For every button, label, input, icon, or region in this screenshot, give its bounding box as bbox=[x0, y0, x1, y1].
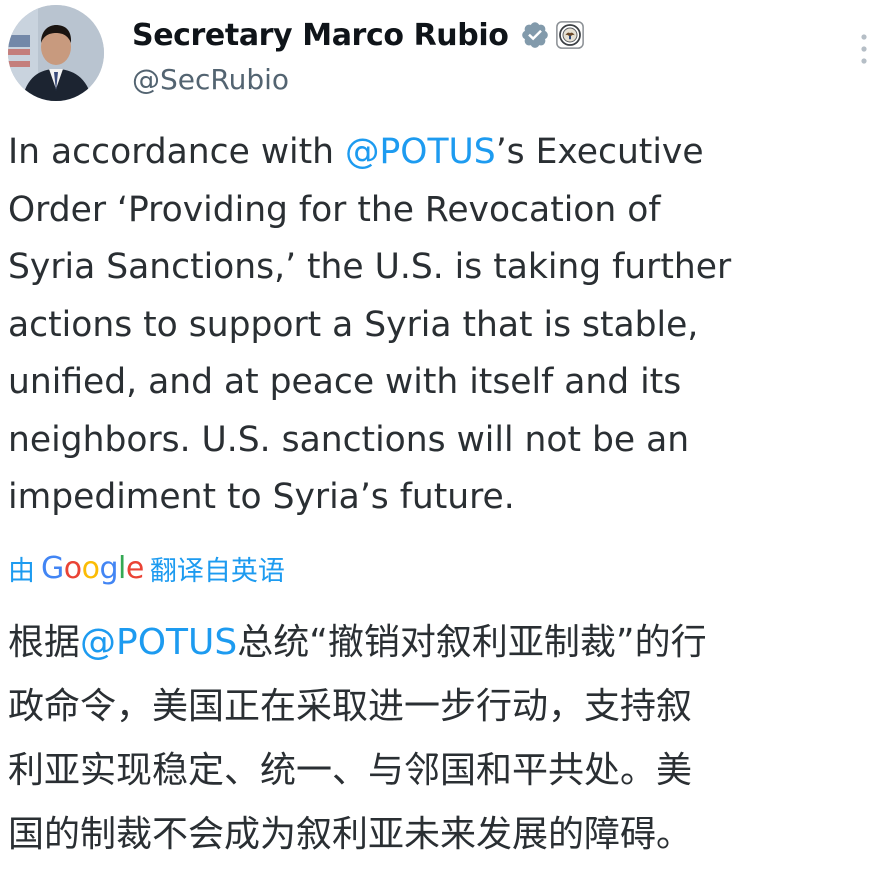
avatar[interactable] bbox=[8, 5, 104, 101]
mention-link-potus-translated[interactable]: @POTUS bbox=[80, 622, 237, 663]
translated-text-segment: 根据 bbox=[8, 622, 81, 663]
google-logo-letter: g bbox=[99, 550, 119, 586]
translation-attribution-link[interactable]: 由 Google 翻译自英语 bbox=[8, 546, 285, 590]
translated-text-line: 根据@POTUS总统“撤销对叙利亚制裁”的行 bbox=[8, 611, 868, 675]
tweet-text-line: In accordance with @POTUS’s Executive bbox=[8, 124, 868, 182]
google-logo: Google bbox=[41, 551, 144, 586]
tweet-text-line: neighbors. U.S. sanctions will not be an bbox=[8, 419, 690, 460]
translation-prefix: 由 bbox=[8, 555, 35, 587]
translated-text-line: 利亚实现稳定、统一、与邻国和平共处。美 bbox=[8, 750, 693, 791]
author-names: Secretary Marco Rubio @SecRubio bbox=[132, 15, 812, 96]
translation-suffix: 翻译自英语 bbox=[149, 555, 285, 587]
tweet-header: Secretary Marco Rubio @SecRubio bbox=[8, 5, 878, 103]
tweet-text-line: actions to support a Syria that is stabl… bbox=[8, 304, 699, 345]
google-logo-letter: l bbox=[118, 550, 126, 586]
google-logo-letter: G bbox=[41, 550, 64, 586]
tweet-text-line: unified, and at peace with itself and it… bbox=[8, 362, 682, 402]
author-display-name[interactable]: Secretary Marco Rubio bbox=[132, 18, 509, 53]
google-logo-letter: o bbox=[81, 550, 100, 586]
tweet-text-line: Order ‘Providing for the Revocation of bbox=[8, 189, 661, 230]
avatar-image bbox=[8, 5, 104, 101]
translated-text-line: 国的制裁不会成为叙利亚未来发展的障碍。 bbox=[8, 814, 693, 855]
department-seal-icon[interactable] bbox=[555, 20, 585, 50]
author-handle[interactable]: @SecRubio bbox=[132, 63, 812, 96]
google-logo-letter: o bbox=[63, 550, 82, 586]
mention-link-potus[interactable]: @POTUS bbox=[345, 132, 496, 172]
translated-tweet-text: 根据@POTUS总统“撤销对叙利亚制裁”的行 政命令，美国正在采取进一步行动，支… bbox=[8, 611, 868, 867]
verified-badge-icon[interactable] bbox=[520, 20, 550, 50]
tweet-text-line: impediment to Syria’s future. bbox=[8, 477, 515, 517]
display-name-row: Secretary Marco Rubio bbox=[132, 15, 812, 55]
google-logo-letter: e bbox=[125, 550, 144, 586]
tweet-text-segment: In accordance with bbox=[8, 132, 345, 172]
tweet-text-line: Syria Sanctions,’ the U.S. is taking fur… bbox=[8, 247, 732, 287]
tweet-text: In accordance with @POTUS’s Executive Or… bbox=[8, 124, 868, 527]
tweet-text-segment: ’s Executive bbox=[495, 132, 704, 172]
tweet: Secretary Marco Rubio @SecRubio In accor… bbox=[0, 0, 895, 881]
translated-text-line: 政命令，美国正在采取进一步行动，支持叙 bbox=[8, 686, 693, 727]
translated-text-segment: 总统“撤销对叙利亚制裁”的行 bbox=[237, 622, 707, 663]
more-options-icon[interactable] bbox=[856, 29, 872, 69]
